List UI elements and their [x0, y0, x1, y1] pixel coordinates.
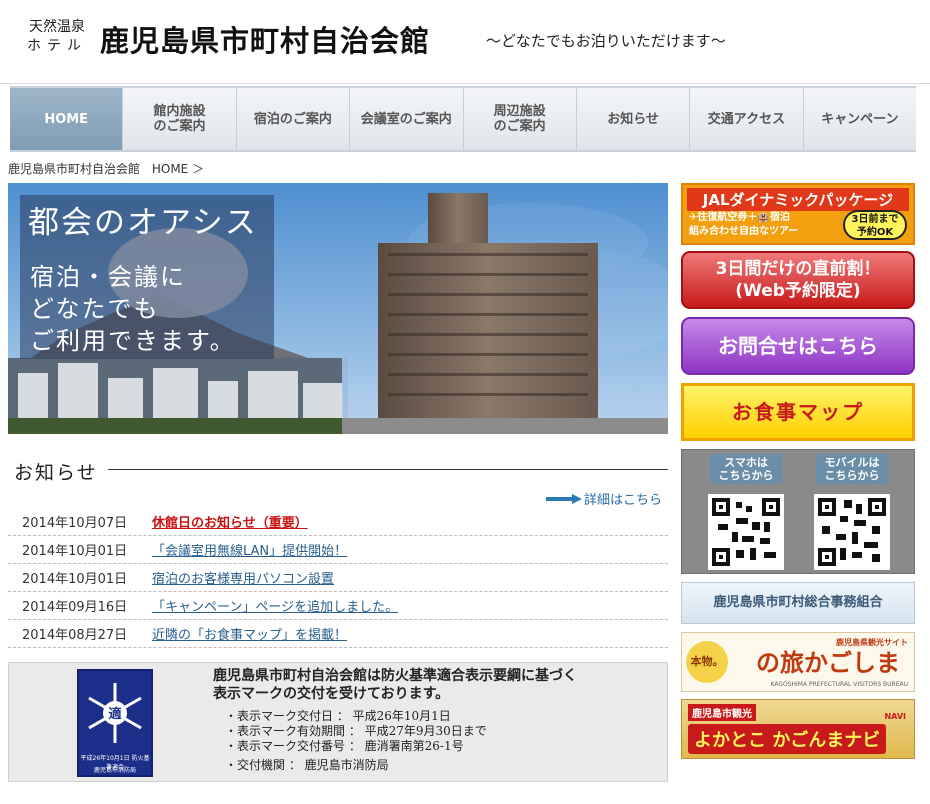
nav-news[interactable]: お知らせ — [577, 88, 691, 150]
qr-code-icon — [814, 494, 890, 570]
site-header: 天然温泉 ホテル 鹿児島県市町村自治会館 ～どなたでもお泊りいただけます～ — [0, 0, 930, 84]
tabi-kagoshima-banner[interactable]: 本物。 鹿児島県観光サイト の旅かごしま KAGOSHIMA PREFECTUR… — [681, 632, 915, 692]
snowflake-emblem-icon: 適 — [88, 683, 142, 743]
news-date: 2014年08月27日 — [22, 628, 128, 643]
hero-line-3: ご利用できます。 — [30, 327, 236, 355]
news-title[interactable]: 宿泊のお客様専用パソコン設置 — [152, 568, 334, 587]
kagonma-title: よかとこ かごんまナビ — [688, 724, 887, 754]
fire-details: ・表示マーク交付日 ： 平成26年10月1日 ・表示マーク有効期間 ： 平成27… — [225, 709, 487, 773]
hero-line-1: 宿泊・会議に — [30, 263, 186, 291]
nav-campaign[interactable]: キャンペーン — [804, 88, 916, 150]
site-logo-title[interactable]: 鹿児島県市町村自治会館 — [100, 18, 430, 60]
kagonma-navi-banner[interactable]: 鹿児島市観光 NAVI よかとこ かごんまナビ — [681, 699, 915, 759]
qr-smart-line-2: こちらから — [718, 469, 774, 482]
hero-banner: 都会のオアシス 宿泊・会議に どなたでも ご利用できます。 — [8, 183, 668, 434]
news-more-link[interactable]: 詳細はこちら — [546, 489, 662, 508]
news-title[interactable]: 「会議室用無線LAN」提供開始！ — [152, 540, 347, 559]
tagline: ～どなたでもお泊りいただけます～ — [486, 32, 726, 50]
deal-line-1: 3日間だけの直前割！ — [715, 259, 881, 279]
hero-title: 都会のオアシス — [28, 205, 258, 241]
hero-line-2: どなたでも — [30, 295, 160, 323]
mark-center-char: 適 — [108, 706, 121, 722]
news-list: 2014年10月07日 休館日のお知らせ（重要） 2014年10月01日 「会議… — [8, 508, 668, 648]
fire-line-1: 鹿児島県市町村自治会館は防火基準適合表示要綱に基づく — [213, 668, 577, 684]
jal-badge-1: 3日前まで — [851, 214, 899, 225]
news-divider — [108, 469, 668, 470]
news-item: 2014年10月07日 休館日のお知らせ（重要） — [8, 508, 668, 536]
nav-nearby[interactable]: 周辺施設 のご案内 — [464, 88, 577, 150]
jal-sub-2: 組み合わせ自由なツアー — [689, 226, 799, 237]
nav-stay[interactable]: 宿泊のご案内 — [237, 88, 351, 150]
jal-sub-1: ✈往復航空券＋🏨宿泊 — [689, 212, 790, 223]
breadcrumb: 鹿児島県市町村自治会館 HOME ＞ — [8, 160, 204, 177]
fire-safety-statement: 鹿児島県市町村自治会館は防火基準適合表示要綱に基づく 表示マークの交付を受けてお… — [213, 667, 577, 703]
news-title[interactable]: 近隣の「お食事マップ」を掲載！ — [152, 624, 347, 643]
jal-package-banner[interactable]: JALダイナミックパッケージ ✈往復航空券＋🏨宿泊 組み合わせ自由なツアー 3日… — [681, 183, 915, 245]
last-minute-deal-button[interactable]: 3日間だけの直前割！ (Web予約限定) — [681, 251, 915, 309]
qr-smart-label: スマホは こちらから — [710, 454, 782, 484]
news-item: 2014年08月27日 近隣の「お食事マップ」を掲載！ — [8, 620, 668, 648]
qr-smartphone[interactable]: スマホは こちらから — [694, 454, 798, 570]
arrow-right-icon — [546, 493, 582, 504]
main-nav: HOME 館内施設 のご案内 宿泊のご案内 会議室のご案内 周辺施設 のご案内 … — [10, 86, 916, 152]
fire-detail: ・表示マーク交付番号 ： 鹿消署南第26-1号 — [225, 739, 464, 753]
news-date: 2014年10月01日 — [22, 544, 128, 559]
news-title[interactable]: 「キャンペーン」ページを追加しました。 — [152, 596, 398, 615]
nav-access[interactable]: 交通アクセス — [690, 88, 804, 150]
news-title[interactable]: 休館日のお知らせ（重要） — [152, 512, 308, 531]
onsen-label: 天然温泉 ホテル — [22, 18, 92, 56]
fire-detail: ・表示マーク交付日 ： 平成26年10月1日 — [225, 709, 451, 723]
onsen-line-1: 天然温泉 — [29, 19, 85, 35]
news-date: 2014年09月16日 — [22, 600, 128, 615]
jal-subtitle: ✈往復航空券＋🏨宿泊 組み合わせ自由なツアー — [689, 211, 798, 239]
kagonma-subtitle: 鹿児島市観光 — [688, 704, 756, 721]
qr-mobile-label: モバイルは こちらから — [816, 454, 888, 484]
qr-mobile[interactable]: モバイルは こちらから — [800, 454, 904, 570]
breadcrumb-site[interactable]: 鹿児島県市町村自治会館 — [8, 162, 140, 176]
contact-button[interactable]: お問合せはこちら — [681, 317, 915, 375]
fire-detail: ・交付機関 ： 鹿児島市消防局 — [225, 758, 389, 772]
nav-facilities[interactable]: 館内施設 のご案内 — [123, 88, 237, 150]
fire-safety-mark: 適 平成26年10月1日 防火基準適合 鹿児島市消防局 — [77, 669, 153, 777]
jal-badge: 3日前まで 予約OK — [843, 210, 907, 240]
deal-line-2: (Web予約限定) — [735, 281, 861, 301]
honmono-badge: 本物。 — [686, 641, 728, 683]
tabi-title: の旅かごしま — [756, 649, 900, 677]
news-item: 2014年09月16日 「キャンペーン」ページを追加しました。 — [8, 592, 668, 620]
mark-text-2: 鹿児島市消防局 — [93, 767, 136, 774]
news-more-label: 詳細はこちら — [584, 493, 663, 508]
fire-safety-panel: 適 平成26年10月1日 防火基準適合 鹿児島市消防局 鹿児島県市町村自治会館は… — [8, 662, 668, 782]
fire-line-2: 表示マークの交付を受けております。 — [213, 686, 450, 702]
news-date: 2014年10月07日 — [22, 516, 128, 531]
qr-code-icon — [708, 494, 784, 570]
fire-detail: ・表示マーク有効期間 ： 平成27年9月30日まで — [225, 724, 487, 738]
breadcrumb-current: HOME ＞ — [151, 162, 205, 176]
qr-smart-line-1: スマホは — [724, 456, 768, 469]
qr-code-panel: スマホは こちらから モバイルは こちらから — [681, 449, 915, 574]
news-item: 2014年10月01日 「会議室用無線LAN」提供開始！ — [8, 536, 668, 564]
food-map-button[interactable]: お食事マップ — [681, 383, 915, 441]
news-heading: お知らせ — [14, 462, 98, 484]
municipal-union-banner[interactable]: 鹿児島県市町村総合事務組合 — [681, 582, 915, 624]
tabi-bureau: KAGOSHIMA PREFECTURAL VISITORS BUREAU — [770, 681, 908, 688]
nav-meeting-rooms[interactable]: 会議室のご案内 — [350, 88, 464, 150]
kagonma-navi-tag: NAVI — [884, 712, 906, 721]
qr-mobile-line-2: こちらから — [824, 469, 880, 482]
news-item: 2014年10月01日 宿泊のお客様専用パソコン設置 — [8, 564, 668, 592]
news-date: 2014年10月01日 — [22, 572, 128, 587]
onsen-line-2: ホテル — [27, 38, 87, 54]
jal-badge-2: 予約OK — [856, 227, 894, 238]
jal-title: JALダイナミックパッケージ — [687, 188, 909, 211]
nav-home[interactable]: HOME — [10, 88, 124, 150]
qr-mobile-line-1: モバイルは — [824, 456, 880, 469]
